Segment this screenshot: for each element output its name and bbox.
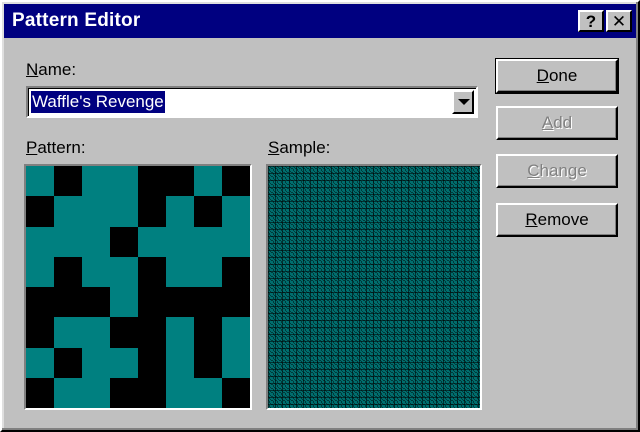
pattern-cell[interactable] [82,347,110,378]
pattern-cell[interactable] [26,226,54,257]
pattern-cell[interactable] [194,256,222,287]
pattern-cell[interactable] [138,347,166,378]
change-button-label: Change [527,161,587,180]
sample-label: Sample: [268,138,331,157]
pattern-cell[interactable] [166,256,194,287]
pattern-cell[interactable] [222,256,250,287]
pattern-cell[interactable] [26,377,54,408]
pattern-cell[interactable] [166,287,194,318]
pattern-cell[interactable] [26,196,54,227]
pattern-cell[interactable] [194,287,222,318]
pattern-cell[interactable] [138,317,166,348]
pattern-grid[interactable] [26,166,250,408]
window-title: Pattern Editor [12,10,141,31]
pattern-cell[interactable] [54,287,82,318]
pattern-cell[interactable] [194,166,222,197]
pattern-cell[interactable] [222,347,250,378]
pattern-cell[interactable] [110,166,138,197]
pattern-cell[interactable] [110,317,138,348]
pattern-cell[interactable] [26,256,54,287]
pattern-cell[interactable] [26,317,54,348]
pattern-cell[interactable] [194,347,222,378]
pattern-cell[interactable] [138,196,166,227]
pattern-cell[interactable] [110,226,138,257]
pattern-cell[interactable] [82,196,110,227]
pattern-cell[interactable] [222,377,250,408]
pattern-cell[interactable] [194,317,222,348]
title-bar[interactable]: Pattern Editor ? ✕ [4,4,636,38]
pattern-cell[interactable] [194,377,222,408]
pattern-cell[interactable] [222,287,250,318]
pattern-cell[interactable] [138,166,166,197]
pattern-cell[interactable] [82,166,110,197]
pattern-editor-dialog: Pattern Editor ? ✕ Name: Waffle's Reveng… [0,0,640,432]
pattern-cell[interactable] [54,317,82,348]
pattern-cell[interactable] [166,317,194,348]
pattern-cell[interactable] [54,226,82,257]
pattern-cell[interactable] [222,196,250,227]
pattern-cell[interactable] [166,166,194,197]
pattern-cell[interactable] [82,317,110,348]
name-input-value[interactable]: Waffle's Revenge [31,91,165,113]
pattern-cell[interactable] [54,196,82,227]
question-mark-icon: ? [585,11,597,31]
chevron-down-icon[interactable] [452,90,474,114]
done-button-label: Done [536,66,578,85]
pattern-cell[interactable] [26,347,54,378]
pattern-cell[interactable] [194,226,222,257]
pattern-cell[interactable] [222,317,250,348]
sample-preview-panel [266,164,482,410]
pattern-cell[interactable] [166,226,194,257]
name-label: Name: [26,60,77,79]
pattern-cell[interactable] [110,377,138,408]
pattern-cell[interactable] [166,347,194,378]
pattern-cell[interactable] [26,287,54,318]
close-icon: ✕ [611,11,627,31]
help-button[interactable]: ? [578,10,604,32]
done-button[interactable]: Done [495,58,619,94]
sample-preview [268,166,480,408]
pattern-cell[interactable] [110,347,138,378]
pattern-label: Pattern: [26,138,86,157]
pattern-cell[interactable] [166,196,194,227]
pattern-cell[interactable] [54,256,82,287]
pattern-cell[interactable] [54,377,82,408]
pattern-cell[interactable] [26,166,54,197]
pattern-cell[interactable] [110,196,138,227]
add-button-label: Add [541,113,573,132]
pattern-cell[interactable] [138,287,166,318]
pattern-cell[interactable] [110,256,138,287]
pattern-cell[interactable] [54,166,82,197]
pattern-cell[interactable] [222,226,250,257]
pattern-cell[interactable] [222,166,250,197]
pattern-cell[interactable] [138,256,166,287]
pattern-cell[interactable] [138,226,166,257]
close-button[interactable]: ✕ [606,10,632,32]
pattern-cell[interactable] [138,377,166,408]
pattern-cell[interactable] [194,196,222,227]
pattern-cell[interactable] [82,256,110,287]
pattern-cell[interactable] [166,377,194,408]
pattern-cell[interactable] [82,377,110,408]
remove-button[interactable]: Remove [496,203,618,237]
add-button[interactable]: Add [496,106,618,140]
pattern-cell[interactable] [54,347,82,378]
pattern-cell[interactable] [82,226,110,257]
remove-button-label: Remove [525,210,589,229]
pattern-cell[interactable] [110,287,138,318]
pattern-cell[interactable] [82,287,110,318]
pattern-grid-panel[interactable] [24,164,252,410]
name-combobox[interactable]: Waffle's Revenge [26,86,478,118]
change-button[interactable]: Change [496,154,618,188]
